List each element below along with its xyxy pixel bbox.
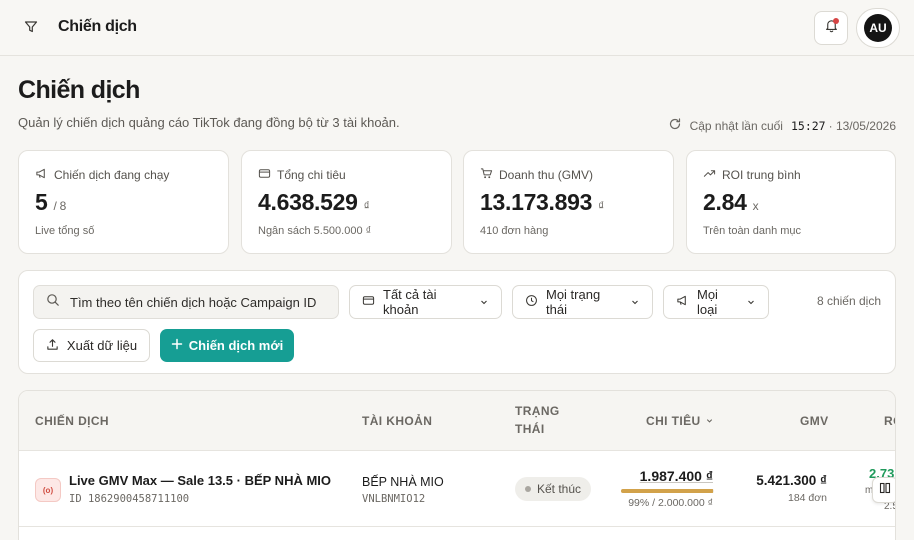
table-header: CHIẾN DỊCH TÀI KHOẢN TRẠNG THÁI CHI TIÊU…	[19, 391, 895, 451]
campaign-id: ID 1862900458711100	[69, 493, 190, 505]
wallet-icon	[362, 294, 375, 310]
stat-note: Live tổng số	[35, 225, 95, 237]
user-menu-button[interactable]: AU	[856, 8, 900, 48]
sync-date: · 13/05/2026	[828, 118, 896, 133]
sync-time: 15:27	[790, 118, 826, 133]
spend-progress	[621, 489, 714, 493]
stat-value: 13.173.893	[480, 189, 593, 215]
result-count: 8 chiến dịch	[816, 294, 881, 308]
stat-value: 5	[35, 189, 48, 215]
col-roi[interactable]: RO	[884, 414, 895, 428]
new-campaign-button[interactable]: Chiến dịch mới	[160, 329, 294, 362]
stat-unit: / 8	[53, 199, 67, 213]
cart-icon	[480, 167, 493, 183]
stat-unit: x	[752, 199, 759, 213]
stat-value: 4.638.529	[258, 189, 358, 215]
stat-unit: ₫	[598, 199, 604, 213]
megaphone-icon	[35, 167, 48, 183]
search-icon	[46, 293, 60, 312]
account-select-value: Tất cả tài khoản	[383, 287, 437, 317]
col-spend[interactable]: CHI TIÊU	[646, 414, 714, 428]
col-status-line2[interactable]: THÁI	[515, 422, 545, 436]
account-select[interactable]: Tất cả tài khoản	[349, 285, 502, 319]
col-spend-label: CHI TIÊU	[646, 414, 701, 428]
campaign-table: CHIẾN DỊCH TÀI KHOẢN TRẠNG THÁI CHI TIÊU…	[18, 390, 896, 540]
table-row[interactable]: (o) Live GMV Max — Sale 13.5 · BẾP NHÀ M…	[19, 451, 895, 527]
live-icon: (o)	[35, 478, 61, 502]
stat-note: 410 đơn hàng	[480, 225, 549, 237]
stat-note: Trên toàn danh mục	[703, 225, 802, 237]
type-select-value: Mọi loại	[697, 287, 718, 317]
stat-label: Tổng chi tiêu	[277, 168, 346, 182]
wallet-icon	[258, 167, 271, 183]
spend-meta: 99% / 2.000.000 ₫	[628, 497, 713, 509]
chevron-down-icon	[746, 295, 756, 310]
chevron-down-icon	[479, 295, 489, 310]
megaphone-icon	[676, 294, 689, 310]
refresh-icon[interactable]	[668, 117, 682, 134]
status-select-value: Mọi trạng thái	[546, 287, 601, 317]
col-gmv[interactable]: GMV	[800, 414, 829, 428]
filter-icon[interactable]	[22, 18, 40, 36]
page-subtitle: Quản lý chiến dịch quảng cáo TikTok đang…	[18, 115, 400, 130]
notification-dot	[833, 18, 839, 24]
col-status-line1[interactable]: TRẠNG	[515, 404, 560, 418]
columns-toggle-button[interactable]	[872, 477, 895, 503]
account-code: VNLBNMIO12	[362, 493, 426, 505]
stat-label: ROI trung bình	[722, 168, 801, 182]
notifications-button[interactable]	[814, 11, 848, 45]
stat-unit: ₫	[363, 199, 370, 213]
plus-icon	[171, 338, 183, 353]
topbar-title: Chiến dịch	[58, 18, 137, 35]
stat-note: Ngân sách 5.500.000 ₫	[258, 225, 372, 237]
top-bar: Chiến dịch AU	[0, 0, 914, 56]
stat-card-running: Chiến dịch đang chạy 5 / 8 Live tổng số	[18, 150, 229, 254]
sync-label: Cập nhật lần cuối	[689, 118, 783, 133]
campaign-name[interactable]: Live GMV Max — Sale 13.5 · BẾP NHÀ MIO	[69, 473, 331, 488]
export-button[interactable]: Xuất dữ liệu	[33, 329, 150, 362]
sync-status: Cập nhật lần cuối 15:27 · 13/05/2026	[668, 117, 896, 134]
col-account[interactable]: TÀI KHOẢN	[362, 414, 432, 428]
columns-icon	[879, 481, 891, 499]
stat-label: Doanh thu (GMV)	[499, 168, 594, 182]
chevron-down-icon	[630, 295, 640, 310]
status-select[interactable]: Mọi trạng thái	[512, 285, 653, 319]
search-input[interactable]	[70, 294, 330, 310]
orders-count: 184 đơn	[787, 492, 827, 504]
clock-icon	[525, 294, 538, 310]
filter-panel: Tất cả tài khoản Mọi trạng thái Mọi loại…	[18, 270, 896, 374]
upload-icon	[46, 338, 59, 354]
stat-label: Chiến dịch đang chạy	[54, 168, 170, 182]
page-title: Chiến dịch	[18, 76, 140, 104]
sort-down-icon	[705, 414, 714, 428]
avatar: AU	[864, 14, 892, 42]
search-box[interactable]	[33, 285, 339, 319]
status-label: Kết thúc	[537, 482, 582, 496]
gmv-value: 5.421.300 ₫	[756, 473, 827, 488]
type-select[interactable]: Mọi loại	[663, 285, 769, 319]
account-name: BẾP NHÀ MIO	[362, 475, 444, 489]
stat-card-spend: Tổng chi tiêu 4.638.529 ₫ Ngân sách 5.50…	[241, 150, 452, 254]
stat-value: 2.84	[703, 189, 747, 215]
status-dot	[525, 486, 531, 492]
status-badge: Kết thúc	[515, 477, 592, 501]
new-campaign-label: Chiến dịch mới	[188, 338, 284, 353]
spend-progress-fill	[621, 489, 714, 493]
stat-card-roi: ROI trung bình 2.84 x Trên toàn danh mục	[686, 150, 896, 254]
col-campaign[interactable]: CHIẾN DỊCH	[35, 414, 109, 428]
trend-up-icon	[703, 167, 716, 183]
spend-value: 1.987.400 ₫	[639, 468, 713, 484]
stat-card-gmv: Doanh thu (GMV) 13.173.893 ₫ 410 đơn hàn…	[463, 150, 674, 254]
export-label: Xuất dữ liệu	[66, 338, 138, 353]
